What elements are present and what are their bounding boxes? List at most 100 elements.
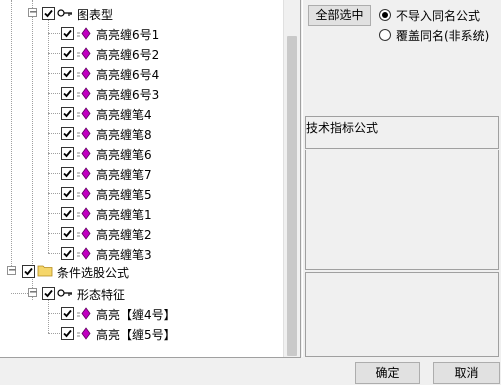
tree-node-formula[interactable]: 高亮缠6号3 bbox=[0, 83, 283, 103]
tree-connector bbox=[48, 33, 60, 34]
overwrite-duplicates-radio[interactable] bbox=[379, 29, 391, 41]
formula-icon bbox=[77, 327, 91, 340]
tree-node-formula[interactable]: 高亮缠笔3 bbox=[0, 243, 283, 263]
tree-connector bbox=[48, 193, 60, 194]
tree-connector bbox=[48, 73, 60, 74]
skip-duplicates-label: 不导入同名公式 bbox=[396, 9, 481, 23]
tree-connector bbox=[48, 53, 60, 54]
tree-connector bbox=[48, 173, 60, 174]
tree-connector bbox=[48, 253, 60, 254]
tree-node-label: 高亮缠笔7 bbox=[96, 168, 152, 182]
tree-node-formula[interactable]: 高亮缠6号4 bbox=[0, 63, 283, 83]
checkbox[interactable] bbox=[61, 167, 74, 180]
tree-node-formula[interactable]: 高亮缠笔4 bbox=[0, 103, 283, 123]
tree-node-formula[interactable]: 高亮缠笔7 bbox=[0, 163, 283, 183]
formula-icon bbox=[77, 127, 91, 140]
checkbox[interactable] bbox=[61, 227, 74, 240]
tree-node-formula[interactable]: 高亮缠笔2 bbox=[0, 223, 283, 243]
formula-tree[interactable]: − 图表型 高亮缠6号1 高亮缠6号2 高亮缠6号4 高亮缠6号3 高亮缠笔4 … bbox=[0, 0, 301, 358]
formula-type-header: 技术指标公式 bbox=[305, 116, 499, 149]
checkbox[interactable] bbox=[61, 47, 74, 60]
scrollbar-thumb[interactable] bbox=[287, 36, 297, 356]
formula-icon bbox=[77, 27, 91, 40]
checkbox[interactable] bbox=[22, 265, 35, 278]
tree-node-formula[interactable]: 高亮【缠4号】 bbox=[0, 303, 283, 323]
formula-icon bbox=[77, 247, 91, 260]
section-title: 技术指标公式 bbox=[306, 121, 379, 135]
tree-node-label: 高亮缠笔2 bbox=[96, 228, 152, 242]
tree-node-label: 高亮缠笔4 bbox=[96, 108, 152, 122]
tree-node-label: 高亮缠笔8 bbox=[96, 128, 152, 142]
tree-node-label: 高亮缠6号1 bbox=[96, 28, 160, 42]
tree-connector bbox=[48, 333, 60, 334]
tree-connector bbox=[48, 133, 60, 134]
tree-node-label: 高亮缠6号4 bbox=[96, 68, 160, 82]
tree-node-label: 高亮缠笔5 bbox=[96, 188, 152, 202]
checkbox[interactable] bbox=[61, 187, 74, 200]
tree-node-formula[interactable]: 高亮缠笔8 bbox=[0, 123, 283, 143]
checkbox[interactable] bbox=[61, 247, 74, 260]
formula-icon bbox=[77, 47, 91, 60]
tree-node-label: 高亮缠笔1 bbox=[96, 208, 152, 222]
formula-icon bbox=[77, 227, 91, 240]
tree-connector bbox=[11, 293, 28, 294]
radio-dot bbox=[382, 12, 388, 18]
tree-node-label: 图表型 bbox=[77, 8, 114, 22]
collapse-icon[interactable]: − bbox=[7, 266, 16, 276]
tree-node-label: 高亮【缠4号】 bbox=[96, 308, 176, 322]
tree-node-formula[interactable]: 高亮缠6号1 bbox=[0, 23, 283, 43]
tree-scrollbar[interactable] bbox=[283, 0, 300, 357]
skip-duplicates-radio[interactable] bbox=[379, 9, 391, 21]
checkbox[interactable] bbox=[61, 207, 74, 220]
tree-connector bbox=[48, 213, 60, 214]
formula-params-box bbox=[305, 272, 499, 357]
collapse-icon[interactable]: − bbox=[28, 288, 37, 298]
tree-node-label: 高亮缠6号2 bbox=[96, 48, 160, 62]
checkbox[interactable] bbox=[61, 147, 74, 160]
tree-node-label: 高亮【缠5号】 bbox=[96, 328, 176, 342]
tree-node-formula[interactable]: 高亮【缠5号】 bbox=[0, 323, 283, 343]
tree-connector bbox=[48, 233, 60, 234]
checkbox[interactable] bbox=[61, 307, 74, 320]
tree-node-formula[interactable]: 高亮缠笔1 bbox=[0, 203, 283, 223]
select-all-button[interactable]: 全部选中 bbox=[308, 5, 371, 26]
divider bbox=[302, 0, 303, 357]
tree-node-pattern[interactable]: − 形态特征 bbox=[0, 283, 283, 303]
tree-node-label: 形态特征 bbox=[77, 288, 126, 302]
tree-node-chart-type[interactable]: − 图表型 bbox=[0, 3, 283, 23]
formula-icon bbox=[77, 167, 91, 180]
tree-connector bbox=[48, 153, 60, 154]
checkbox[interactable] bbox=[42, 7, 55, 20]
collapse-icon[interactable]: − bbox=[28, 8, 37, 18]
formula-icon bbox=[77, 207, 91, 220]
overwrite-duplicates-label: 覆盖同名(非系统) bbox=[396, 29, 490, 43]
tree-node-formula[interactable]: 高亮缠笔6 bbox=[0, 143, 283, 163]
formula-description-box bbox=[305, 150, 499, 270]
key-icon bbox=[57, 9, 72, 17]
formula-icon bbox=[77, 147, 91, 160]
tree-node-formula[interactable]: 高亮缠6号2 bbox=[0, 43, 283, 63]
checkbox[interactable] bbox=[61, 67, 74, 80]
checkbox[interactable] bbox=[61, 127, 74, 140]
checkbox[interactable] bbox=[61, 327, 74, 340]
formula-icon bbox=[77, 87, 91, 100]
tree-node-stock-selection[interactable]: − 条件选股公式 bbox=[0, 261, 283, 281]
key-icon bbox=[57, 289, 72, 297]
checkbox[interactable] bbox=[42, 287, 55, 300]
checkbox[interactable] bbox=[61, 87, 74, 100]
folder-icon bbox=[37, 265, 53, 277]
formula-icon bbox=[77, 307, 91, 320]
formula-icon bbox=[77, 187, 91, 200]
tree-node-label: 条件选股公式 bbox=[57, 266, 130, 280]
formula-icon bbox=[77, 67, 91, 80]
tree-connector bbox=[48, 113, 60, 114]
ok-button[interactable]: 确定 bbox=[355, 362, 420, 384]
cancel-button[interactable]: 取消 bbox=[433, 362, 500, 384]
tree-connector bbox=[48, 313, 60, 314]
checkbox[interactable] bbox=[61, 107, 74, 120]
tree-node-formula[interactable]: 高亮缠笔5 bbox=[0, 183, 283, 203]
tree-node-label: 高亮缠笔6 bbox=[96, 148, 152, 162]
checkbox[interactable] bbox=[61, 27, 74, 40]
tree-node-label: 高亮缠6号3 bbox=[96, 88, 160, 102]
formula-icon bbox=[77, 107, 91, 120]
